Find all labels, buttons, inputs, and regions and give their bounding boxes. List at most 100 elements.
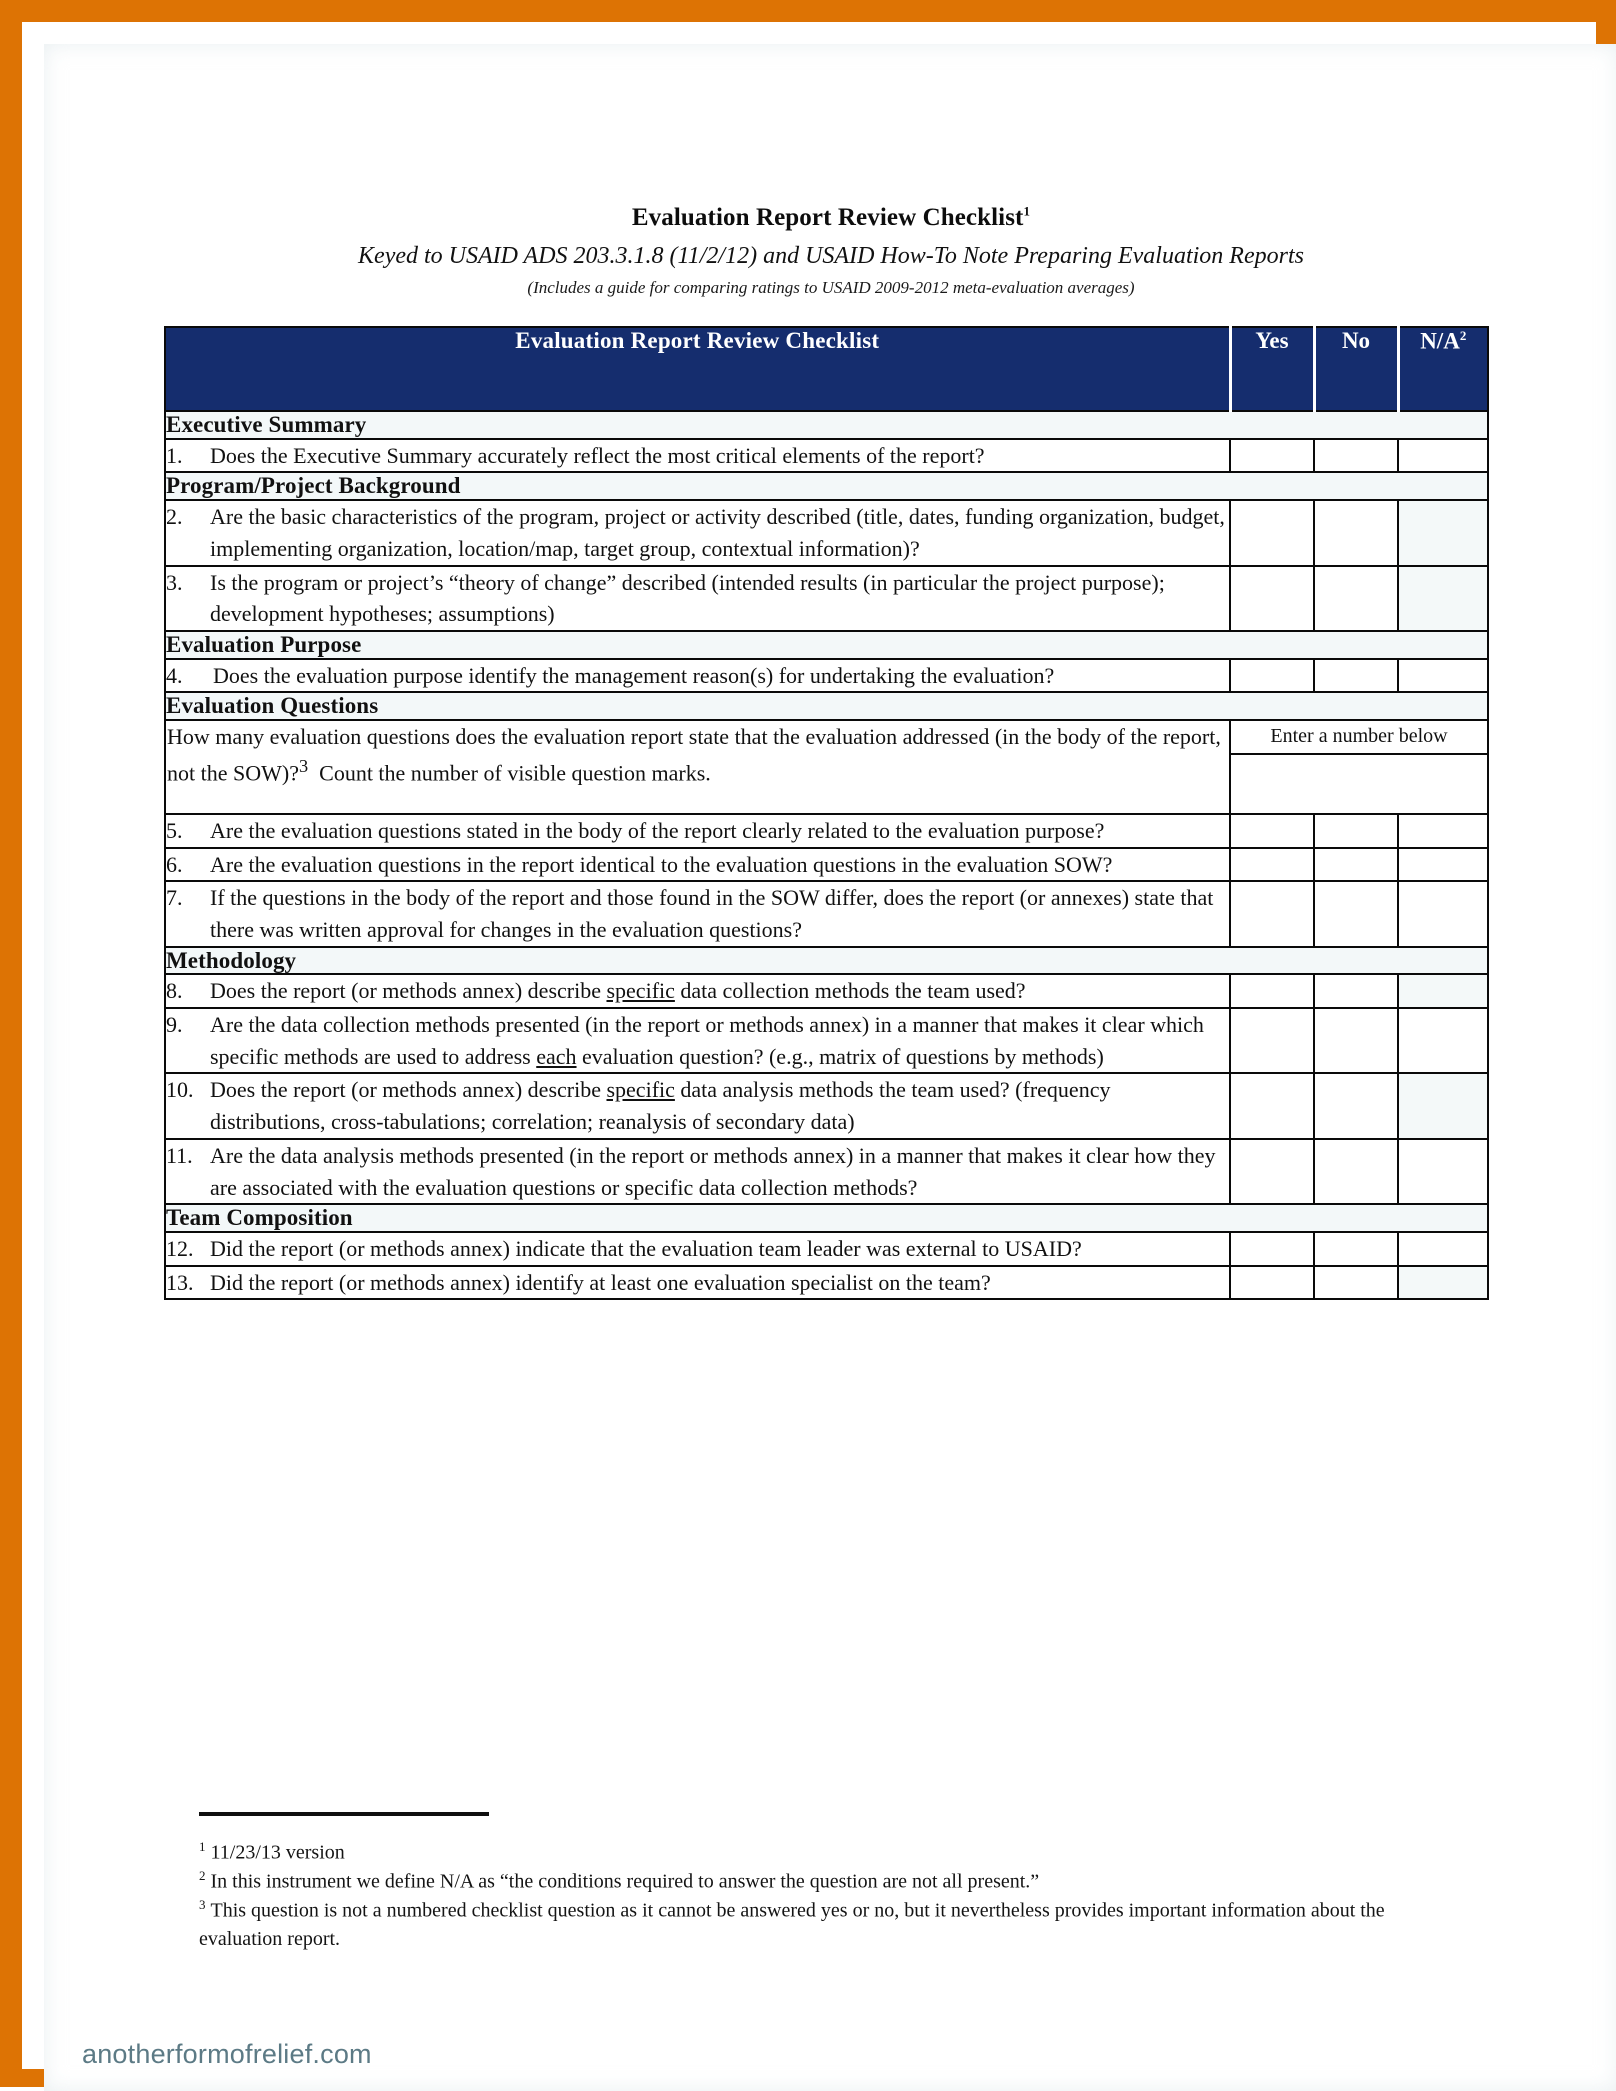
column-header-na: N/A2	[1396, 326, 1489, 412]
question-text: Does the Executive Summary accurately re…	[210, 442, 985, 468]
checkbox-cell-yes[interactable]	[1229, 1137, 1315, 1206]
footnote-1-marker: 1	[199, 1839, 206, 1854]
page-title-text: Evaluation Report Review Checklist	[631, 204, 1024, 231]
checkbox-cell-no[interactable]	[1313, 499, 1399, 567]
page-subsubtitle: (Includes a guide for comparing ratings …	[527, 277, 1135, 297]
question-text: Did the report (or methods annex) indica…	[210, 1235, 1082, 1261]
question-number: 12.	[166, 1235, 194, 1261]
checkbox-cell-yes[interactable]	[1229, 437, 1315, 474]
checkbox-cell-na[interactable]	[1397, 564, 1489, 632]
footnote-2: 2 In this instrument we define N/A as “t…	[199, 1867, 1399, 1896]
table-row: 8. Does the report (or methods annex) de…	[164, 973, 1489, 1010]
checkbox-cell-na[interactable]	[1397, 499, 1489, 567]
footnote-3-marker: 3	[199, 1897, 206, 1913]
table-row: 5. Are the evaluation questions stated i…	[164, 813, 1489, 849]
count-question-footnote-marker: 3	[298, 755, 309, 776]
evaluation-report-review-checklist-table: Evaluation Report Review Checklist Yes N…	[164, 326, 1489, 1301]
checkbox-cell-no[interactable]	[1313, 846, 1399, 883]
title-footnote-marker: 1	[1023, 203, 1031, 219]
table-row: 13. Did the report (or methods annex) id…	[164, 1264, 1489, 1301]
checkbox-cell-no[interactable]	[1313, 564, 1399, 632]
checkbox-cell-yes[interactable]	[1229, 499, 1315, 567]
checkbox-cell-yes[interactable]	[1229, 1230, 1315, 1267]
question-number: 3.	[166, 569, 183, 595]
question-text: Are the evaluation questions stated in t…	[210, 818, 1105, 844]
checkbox-cell-yes[interactable]	[1229, 880, 1315, 948]
page-title: Evaluation Report Review Checklist1	[44, 204, 1616, 233]
question-number: 1.	[166, 442, 183, 468]
question-number: 7.	[166, 885, 183, 911]
question-number: 11.	[166, 1142, 193, 1168]
section-header-methodology: Methodology	[164, 945, 1489, 976]
question-cell-9: 9. Are the data collection methods prese…	[164, 1007, 1231, 1075]
checkbox-cell-na[interactable]	[1397, 657, 1489, 694]
page-subtitle: Keyed to USAID ADS 203.3.1.8 (11/2/12) a…	[358, 242, 1304, 269]
checkbox-cell-no[interactable]	[1313, 437, 1399, 474]
checkbox-cell-no[interactable]	[1313, 1230, 1399, 1267]
orange-page-frame: Evaluation Report Review Checklist1 Keye…	[0, 0, 1616, 2091]
checkbox-cell-na[interactable]	[1397, 1264, 1489, 1301]
checkbox-cell-yes[interactable]	[1229, 1264, 1315, 1301]
checkbox-cell-yes[interactable]	[1229, 973, 1315, 1010]
question-number: 5.	[166, 818, 183, 844]
checkbox-cell-na[interactable]	[1397, 437, 1489, 474]
section-header-team-composition: Team Composition	[164, 1203, 1489, 1233]
question-cell-13: 13. Did the report (or methods annex) id…	[164, 1264, 1231, 1301]
na-footnote-marker: 2	[1459, 328, 1467, 343]
checkbox-cell-no[interactable]	[1313, 973, 1399, 1010]
checkbox-cell-no[interactable]	[1313, 1007, 1399, 1075]
question-number: 10.	[166, 1077, 194, 1103]
question-cell-12: 12. Did the report (or methods annex) in…	[164, 1230, 1231, 1267]
checkbox-cell-yes[interactable]	[1229, 846, 1315, 883]
checkbox-cell-yes[interactable]	[1229, 564, 1315, 632]
checkbox-cell-yes[interactable]	[1229, 1072, 1315, 1140]
question-cell-7: 7. If the questions in the body of the r…	[164, 880, 1231, 948]
count-answer-cell: Enter a number below	[1229, 719, 1489, 816]
table-row: 3. Is the program or project’s “theory o…	[164, 564, 1489, 632]
footnote-3: 3 This question is not a numbered checkl…	[199, 1896, 1399, 1953]
section-header-evaluation-purpose: Evaluation Purpose	[164, 629, 1489, 660]
checkbox-cell-na[interactable]	[1397, 973, 1489, 1010]
checkbox-cell-na[interactable]	[1397, 1007, 1489, 1075]
document-sheet: Evaluation Report Review Checklist1 Keye…	[44, 44, 1616, 2091]
column-header-no: No	[1312, 326, 1399, 412]
title-block: Evaluation Report Review Checklist1 Keye…	[44, 204, 1616, 298]
checkbox-cell-no[interactable]	[1313, 813, 1399, 849]
checkbox-cell-na[interactable]	[1397, 1230, 1489, 1267]
question-cell-8: 8. Does the report (or methods annex) de…	[164, 973, 1231, 1010]
table-row: 12. Did the report (or methods annex) in…	[164, 1230, 1489, 1267]
table-row: 2. Are the basic characteristics of the …	[164, 499, 1489, 567]
footnote-1: 1 11/23/13 version	[199, 1838, 1399, 1867]
question-text-part-a: Does the report (or methods annex) descr…	[210, 1077, 607, 1103]
checkbox-cell-no[interactable]	[1313, 1264, 1399, 1301]
checkbox-cell-no[interactable]	[1313, 1072, 1399, 1140]
site-watermark: anotherformofrelief.com	[82, 2039, 372, 2069]
question-text: Are the basic characteristics of the pro…	[210, 504, 1225, 561]
checkbox-cell-yes[interactable]	[1229, 813, 1315, 849]
checkbox-cell-na[interactable]	[1397, 813, 1489, 849]
question-text-part-b: data collection methods the team used?	[674, 978, 1026, 1004]
checkbox-cell-no[interactable]	[1313, 657, 1399, 694]
table-header-row: Evaluation Report Review Checklist Yes N…	[164, 326, 1489, 412]
checkbox-cell-na[interactable]	[1397, 1137, 1489, 1206]
question-cell-1: 1. Does the Executive Summary accurately…	[164, 437, 1231, 474]
checkbox-cell-no[interactable]	[1313, 1137, 1399, 1206]
question-cell-2: 2. Are the basic characteristics of the …	[164, 499, 1231, 567]
question-text: Are the data analysis methods presented …	[210, 1142, 1216, 1200]
section-title: Methodology	[164, 945, 1489, 976]
checkbox-cell-no[interactable]	[1313, 880, 1399, 948]
footnote-2-marker: 2	[199, 1868, 206, 1884]
checkbox-cell-yes[interactable]	[1229, 657, 1315, 694]
checkbox-cell-na[interactable]	[1397, 880, 1489, 948]
section-title: Executive Summary	[164, 410, 1489, 440]
checkbox-cell-yes[interactable]	[1229, 1007, 1315, 1075]
table-row: 9. Are the data collection methods prese…	[164, 1007, 1489, 1075]
checkbox-cell-na[interactable]	[1397, 846, 1489, 883]
column-header-yes: Yes	[1228, 326, 1315, 412]
checkbox-cell-na[interactable]	[1397, 1072, 1489, 1140]
question-cell-4: 4. Does the evaluation purpose identify …	[164, 657, 1231, 694]
question-text: Are the data collection methods presente…	[210, 1009, 1229, 1072]
number-entry-field[interactable]	[1231, 755, 1487, 814]
table-row: 4. Does the evaluation purpose identify …	[164, 657, 1489, 694]
question-cell-5: 5. Are the evaluation questions stated i…	[164, 813, 1231, 849]
